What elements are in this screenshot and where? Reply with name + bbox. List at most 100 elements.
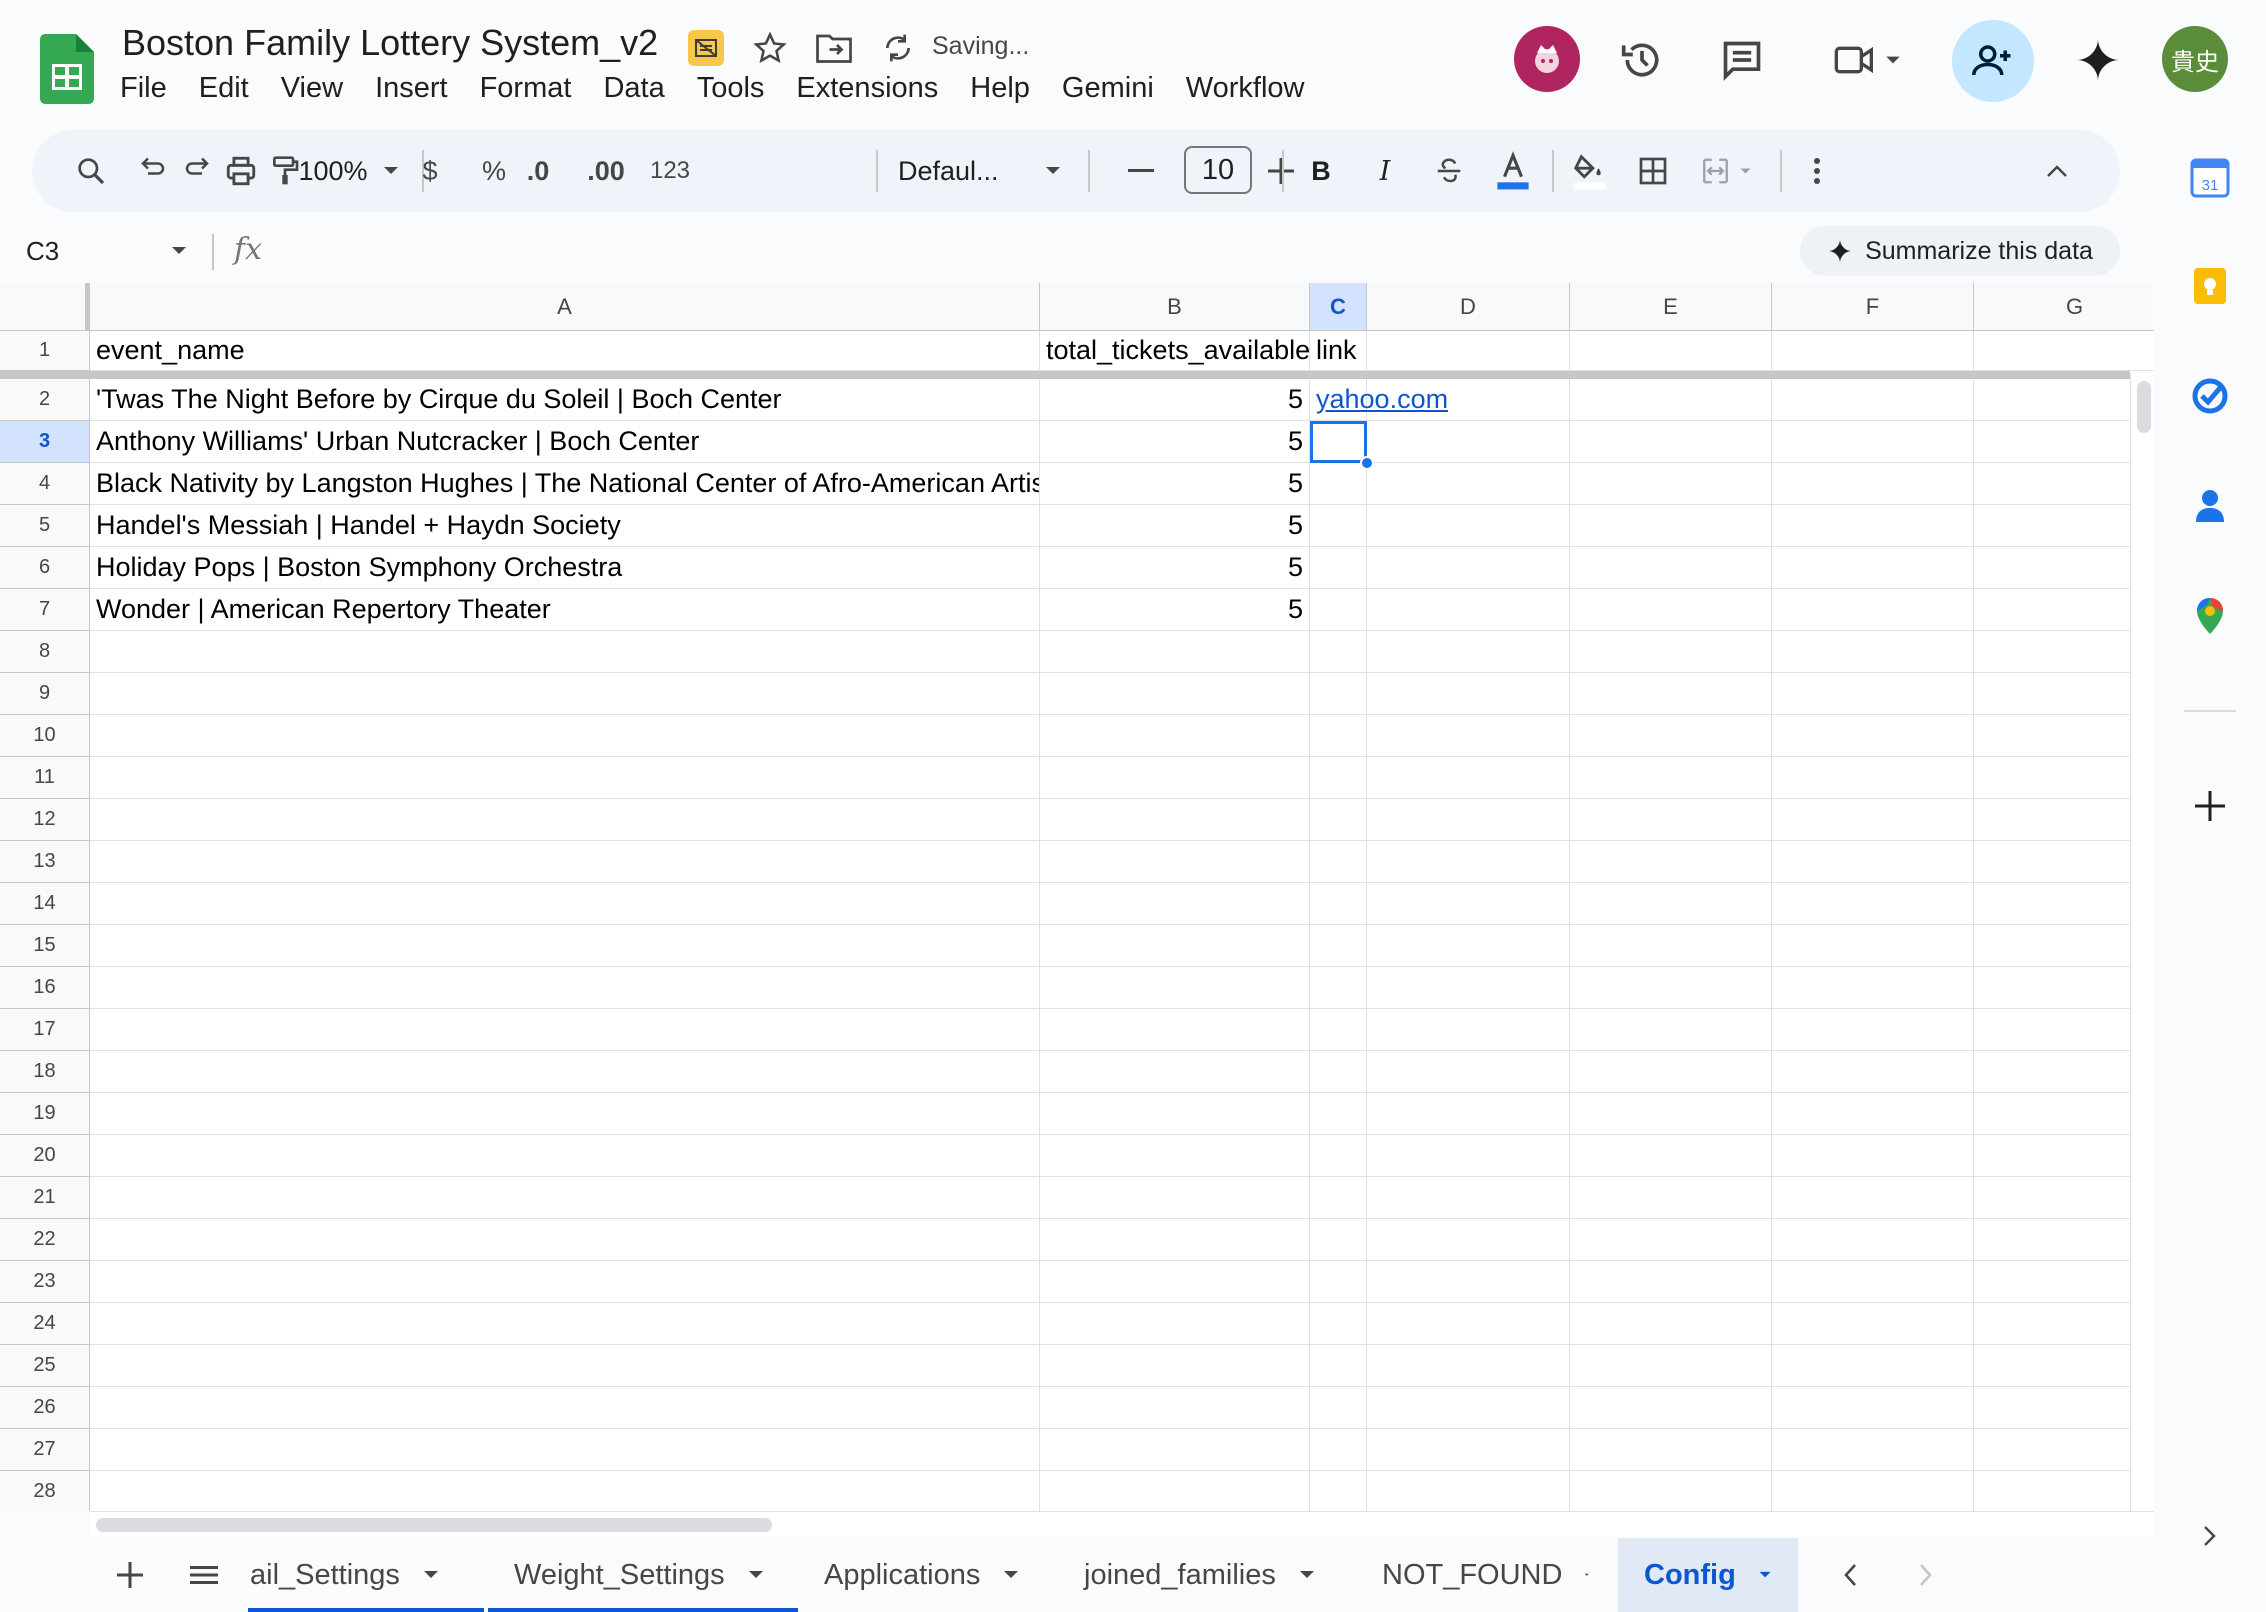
- table-cell[interactable]: [1040, 1429, 1310, 1471]
- table-cell[interactable]: 5: [1040, 379, 1310, 421]
- table-cell[interactable]: [1772, 463, 1974, 505]
- table-cell[interactable]: [1310, 631, 1367, 673]
- table-cell[interactable]: event_name: [90, 331, 1040, 371]
- table-cell[interactable]: [1310, 799, 1367, 841]
- spreadsheet-grid[interactable]: A B C D E F G 1 event_name total_tickets_availabl…: [0, 283, 2154, 1511]
- table-cell[interactable]: [1367, 505, 1570, 547]
- table-cell[interactable]: [1772, 1177, 1974, 1219]
- chevron-left-icon[interactable]: [1822, 1538, 1878, 1612]
- table-cell[interactable]: [1570, 331, 1772, 371]
- table-cell[interactable]: [1367, 1009, 1570, 1051]
- chevron-down-icon[interactable]: [1298, 1569, 1316, 1581]
- table-cell[interactable]: [90, 1219, 1040, 1261]
- table-cell[interactable]: [1974, 673, 2154, 715]
- table-cell[interactable]: [1974, 505, 2154, 547]
- meet-icon[interactable]: [1818, 24, 1918, 96]
- table-cell[interactable]: [1772, 715, 1974, 757]
- table-cell[interactable]: [1974, 1387, 2154, 1429]
- row-header[interactable]: 14: [0, 883, 90, 925]
- table-cell[interactable]: [1310, 925, 1367, 967]
- table-cell[interactable]: [1310, 1177, 1367, 1219]
- sheet-tab-not-found[interactable]: NOT_FOUND: [1356, 1538, 1616, 1612]
- table-cell[interactable]: [1367, 421, 1570, 463]
- table-cell[interactable]: [90, 1303, 1040, 1345]
- menu-insert[interactable]: Insert: [359, 70, 464, 114]
- table-cell[interactable]: [1367, 715, 1570, 757]
- table-cell[interactable]: [1040, 967, 1310, 1009]
- table-cell[interactable]: [1974, 715, 2154, 757]
- table-cell[interactable]: [1772, 673, 1974, 715]
- table-cell[interactable]: Wonder | American Repertory Theater: [90, 589, 1040, 631]
- table-cell[interactable]: [1570, 883, 1772, 925]
- chevron-right-icon[interactable]: [1898, 1538, 1954, 1612]
- table-cell[interactable]: [1772, 379, 1974, 421]
- row-header[interactable]: 5: [0, 505, 90, 547]
- table-cell[interactable]: 5: [1040, 589, 1310, 631]
- font-size-input[interactable]: 10: [1184, 146, 1252, 194]
- select-all-corner[interactable]: [0, 283, 90, 331]
- column-header-f[interactable]: F: [1772, 283, 1974, 331]
- search-icon[interactable]: [66, 146, 116, 196]
- table-cell[interactable]: [90, 799, 1040, 841]
- table-cell[interactable]: [1570, 421, 1772, 463]
- table-cell[interactable]: [1570, 1429, 1772, 1471]
- table-cell[interactable]: [1570, 1093, 1772, 1135]
- table-cell[interactable]: [1772, 331, 1974, 371]
- summarize-button[interactable]: Summarize this data: [1800, 226, 2120, 276]
- table-cell[interactable]: [1310, 1261, 1367, 1303]
- table-cell[interactable]: [90, 841, 1040, 883]
- row-header[interactable]: 13: [0, 841, 90, 883]
- menu-workflow[interactable]: Workflow: [1170, 70, 1321, 114]
- plus-icon[interactable]: [2184, 780, 2236, 832]
- merge-cells-icon[interactable]: [1688, 146, 1768, 196]
- table-cell[interactable]: [1040, 1303, 1310, 1345]
- table-cell[interactable]: [1367, 883, 1570, 925]
- row-header[interactable]: 8: [0, 631, 90, 673]
- table-cell[interactable]: [1974, 967, 2154, 1009]
- table-cell[interactable]: [1772, 925, 1974, 967]
- table-cell[interactable]: [1570, 1345, 1772, 1387]
- table-cell[interactable]: [1310, 1009, 1367, 1051]
- table-cell[interactable]: [1310, 547, 1367, 589]
- chevron-down-icon[interactable]: [1002, 1569, 1020, 1581]
- table-cell[interactable]: [1040, 925, 1310, 967]
- table-cell[interactable]: [1310, 1471, 1367, 1511]
- table-cell[interactable]: [1367, 589, 1570, 631]
- column-header-b[interactable]: B: [1040, 283, 1310, 331]
- scrollbar-thumb[interactable]: [2137, 381, 2151, 433]
- table-cell[interactable]: [1974, 1471, 2154, 1511]
- table-cell[interactable]: total_tickets_available: [1040, 331, 1310, 371]
- row-header[interactable]: 7: [0, 589, 90, 631]
- menu-tools[interactable]: Tools: [681, 70, 781, 114]
- column-header-g[interactable]: G: [1974, 283, 2154, 331]
- table-cell[interactable]: [1040, 1177, 1310, 1219]
- table-cell[interactable]: [1974, 1093, 2154, 1135]
- table-cell[interactable]: [90, 1177, 1040, 1219]
- table-cell[interactable]: [1974, 379, 2154, 421]
- table-cell[interactable]: [1367, 547, 1570, 589]
- table-cell[interactable]: [1310, 1303, 1367, 1345]
- row-header[interactable]: 10: [0, 715, 90, 757]
- table-cell[interactable]: [1040, 757, 1310, 799]
- table-cell[interactable]: [1772, 967, 1974, 1009]
- table-cell[interactable]: [1310, 967, 1367, 1009]
- table-cell[interactable]: [1974, 463, 2154, 505]
- table-cell[interactable]: [1974, 1261, 2154, 1303]
- table-cell[interactable]: [1367, 757, 1570, 799]
- table-cell[interactable]: [1040, 841, 1310, 883]
- table-cell[interactable]: Holiday Pops | Boston Symphony Orchestra: [90, 547, 1040, 589]
- table-cell[interactable]: [1040, 1345, 1310, 1387]
- table-cell[interactable]: [1040, 715, 1310, 757]
- table-cell[interactable]: [1772, 1261, 1974, 1303]
- table-cell[interactable]: [1310, 673, 1367, 715]
- table-cell[interactable]: [1974, 1429, 2154, 1471]
- row-header[interactable]: 17: [0, 1009, 90, 1051]
- table-cell[interactable]: [1772, 589, 1974, 631]
- document-title[interactable]: Boston Family Lottery System_v2: [122, 22, 658, 64]
- fill-handle[interactable]: [1360, 456, 1374, 470]
- table-cell[interactable]: [1367, 1429, 1570, 1471]
- sheet-tab-email-settings[interactable]: ail_Settings: [248, 1538, 484, 1612]
- table-cell[interactable]: [1310, 589, 1367, 631]
- table-cell[interactable]: [1974, 757, 2154, 799]
- table-cell[interactable]: [1974, 547, 2154, 589]
